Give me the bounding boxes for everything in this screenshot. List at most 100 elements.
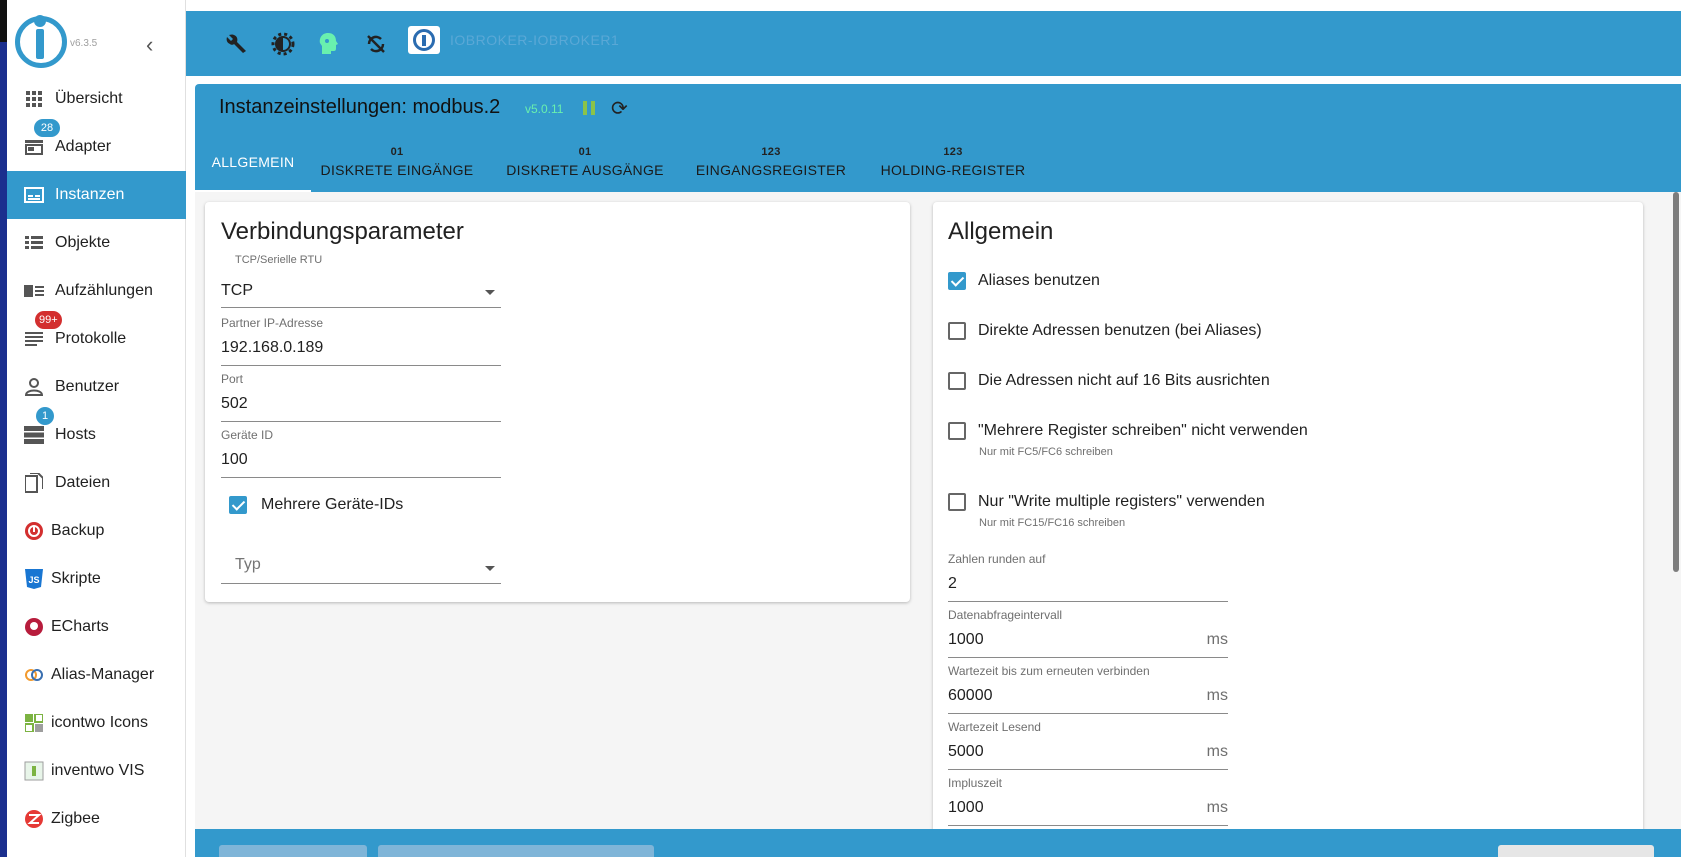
device-id-field[interactable]: Geräte ID 100: [221, 428, 501, 478]
page-title: Instanzeinstellungen: modbus.2: [219, 96, 501, 118]
sidebar-item-uebersicht[interactable]: Übersicht: [7, 75, 186, 123]
tab-eingangsregister[interactable]: 123 EINGANGSREGISTER: [683, 132, 859, 192]
expert-mode-icon[interactable]: [314, 29, 344, 59]
user-icon: [23, 376, 45, 398]
field-value: 2: [948, 575, 957, 592]
field-label: Zahlen runden auf: [948, 552, 1046, 566]
field-label: Port: [221, 372, 244, 386]
sidebar-item-label: Hosts: [55, 426, 96, 443]
tab-bar: ALLGEMEIN 01 DISKRETE EINGÄNGE 01 DISKRE…: [195, 132, 1681, 192]
iobroker-logo[interactable]: [15, 15, 67, 68]
sidebar-item-benutzer[interactable]: Benutzer: [7, 363, 186, 411]
save-button[interactable]: [219, 845, 367, 857]
connection-card-title: Verbindungsparameter: [221, 218, 464, 245]
multi-device-ids-checkbox[interactable]: [229, 496, 247, 514]
enum-icon: [23, 280, 45, 302]
field-label: Wartezeit bis zum erneuten verbinden: [948, 664, 1150, 678]
echarts-icon: [23, 616, 45, 638]
sidebar-item-backup[interactable]: Backup: [7, 507, 186, 555]
sidebar-item-echarts[interactable]: ECharts: [7, 603, 186, 651]
sidebar-item-instanzen[interactable]: Instanzen: [7, 171, 186, 219]
connection-type-select[interactable]: TCP/Serielle RTU TCP: [221, 252, 501, 308]
sidebar-item-objekte[interactable]: Objekte: [7, 219, 186, 267]
sidebar-item-label: Protokolle: [55, 330, 127, 347]
sidebar-item-aufzaehlungen[interactable]: Aufzählungen: [7, 267, 186, 315]
tab-diskrete-ausgaenge[interactable]: 01 DISKRETE AUSGÄNGE: [495, 132, 675, 192]
host-logo-icon[interactable]: [408, 26, 440, 54]
field-label: Geräte ID: [221, 428, 274, 442]
tab-allgemein[interactable]: ALLGEMEIN: [195, 132, 311, 192]
pause-icon[interactable]: [583, 101, 597, 115]
content-scrollbar[interactable]: [1673, 192, 1679, 572]
window-corner: [0, 0, 7, 42]
backup-icon: [23, 520, 45, 542]
poll-interval-field[interactable]: Datenabfrageintervall 1000 ms: [948, 608, 1228, 658]
read-timeout-field[interactable]: Wartezeit Lesend 5000 ms: [948, 720, 1228, 770]
no-multiple-write-checkbox[interactable]: [948, 422, 966, 440]
sidebar-item-label: Aufzählungen: [55, 282, 153, 299]
ip-address-field[interactable]: Partner IP-Adresse 192.168.0.189: [221, 316, 501, 366]
checkbox-label: Nur "Write multiple registers" verwenden: [978, 493, 1265, 510]
sidebar-item-label: Alias-Manager: [51, 666, 155, 683]
sidebar-item-label: Instanzen: [55, 186, 125, 203]
sidebar-item-alias-manager[interactable]: Alias-Manager: [7, 651, 186, 699]
app-version: v6.3.5: [70, 38, 98, 49]
sidebar-item-adapter[interactable]: 28 Adapter: [7, 119, 186, 171]
reconnect-timeout-field[interactable]: Wartezeit bis zum erneuten verbinden 600…: [948, 664, 1228, 714]
field-label: Wartezeit Lesend: [948, 720, 1041, 734]
adapter-count-badge: 28: [34, 119, 60, 137]
top-toolbar: IOBROKER-IOBROKER1: [186, 11, 1681, 76]
sidebar-item-icontwo[interactable]: icontwo Icons: [7, 699, 186, 747]
checkbox-hint: Nur mit FC15/FC16 schreiben: [979, 517, 1126, 529]
tab-icon-label: 123: [943, 146, 963, 158]
save-and-close-button[interactable]: [378, 845, 654, 857]
pulse-time-field[interactable]: Impluszeit 1000 ms: [948, 776, 1228, 826]
sync-disabled-icon[interactable]: [361, 29, 391, 59]
wrench-icon[interactable]: [221, 29, 251, 59]
host-name[interactable]: IOBROKER-IOBROKER1: [450, 32, 619, 48]
list-icon: [23, 232, 45, 254]
typ-select[interactable]: Typ: [221, 534, 501, 584]
tab-label: DISKRETE AUSGÄNGE: [506, 162, 664, 178]
field-label: Impluszeit: [948, 776, 1003, 790]
icontwo-icon: [23, 712, 45, 734]
use-aliases-checkbox[interactable]: [948, 272, 966, 290]
sidebar-item-label: icontwo Icons: [51, 714, 148, 731]
settings-gear-icon[interactable]: [268, 29, 298, 59]
tab-icon-label: 01: [578, 146, 592, 158]
left-window-edge: [0, 0, 7, 857]
port-field[interactable]: Port 502: [221, 372, 501, 422]
sidebar-item-hosts[interactable]: 1 Hosts: [7, 407, 186, 459]
round-numbers-field[interactable]: Zahlen runden auf 2: [948, 552, 1228, 602]
reload-icon[interactable]: ⟳: [611, 96, 628, 121]
checkbox-label: Aliases benutzen: [978, 272, 1100, 289]
tab-holding-register[interactable]: 123 HOLDING-REGISTER: [867, 132, 1039, 192]
checkbox-label: "Mehrere Register schreiben" nicht verwe…: [978, 422, 1308, 439]
sidebar-item-inventwo[interactable]: inventwo VIS: [7, 747, 186, 795]
field-label: TCP/Serielle RTU: [235, 254, 323, 266]
tab-icon-label: 01: [390, 146, 404, 158]
checkbox-label: Die Adressen nicht auf 16 Bits ausrichte…: [978, 372, 1270, 389]
close-button[interactable]: [1498, 845, 1654, 857]
direct-addresses-checkbox[interactable]: [948, 322, 966, 340]
no-16bit-align-checkbox[interactable]: [948, 372, 966, 390]
tab-diskrete-eingaenge[interactable]: 01 DISKRETE EINGÄNGE: [311, 132, 483, 192]
connection-card: Verbindungsparameter TCP/Serielle RTU TC…: [205, 202, 910, 602]
log-count-badge: 99+: [35, 311, 62, 329]
sidebar-item-label: Objekte: [55, 234, 111, 251]
collapse-sidebar-icon[interactable]: ‹: [146, 32, 153, 58]
field-value: 100: [221, 451, 248, 468]
bottom-action-bar: [195, 829, 1681, 857]
sidebar-item-dateien[interactable]: Dateien: [7, 459, 186, 507]
sidebar-item-skripte[interactable]: JS Skripte: [7, 555, 186, 603]
sidebar-item-zigbee[interactable]: Zigbee: [7, 795, 186, 843]
field-value: 1000: [948, 631, 984, 648]
field-unit: ms: [1206, 631, 1228, 648]
only-write-multiple-checkbox[interactable]: [948, 493, 966, 511]
sidebar-item-label: Dateien: [55, 474, 111, 491]
sidebar-item-label: Benutzer: [55, 378, 120, 395]
sidebar-item-label: Zigbee: [51, 810, 100, 827]
sidebar-item-protokolle[interactable]: 99+ Protokolle: [7, 311, 186, 363]
field-unit: ms: [1206, 743, 1228, 760]
store-icon: [23, 136, 45, 158]
